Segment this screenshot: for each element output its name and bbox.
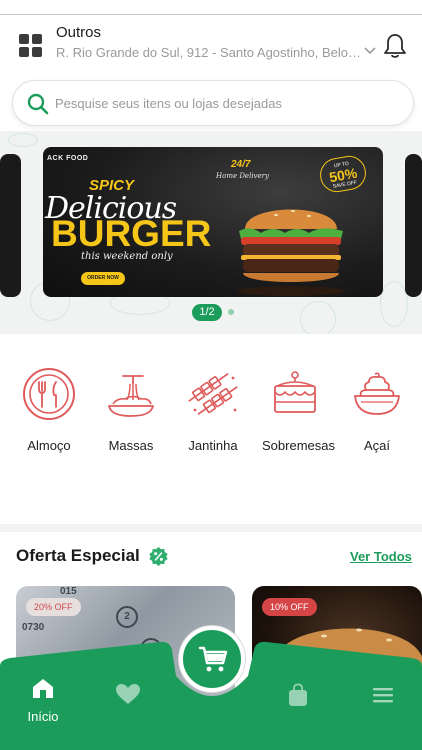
category-label: Sobremesas: [262, 438, 335, 453]
carousel-dot[interactable]: [228, 309, 234, 315]
ticket-number-decor: 0730: [22, 622, 45, 633]
category-acai[interactable]: Açaí: [335, 366, 419, 454]
prev-banner-peek[interactable]: [0, 154, 21, 297]
section-divider: [0, 524, 422, 532]
ticket-number-decor: 2: [116, 606, 138, 628]
discount-badge: 20% OFF: [26, 598, 81, 616]
background-doodle: [300, 301, 336, 334]
banner-carousel[interactable]: ACK FOOD SPICY Delicious BURGER this wee…: [0, 131, 422, 334]
plate-cutlery-icon: [23, 368, 75, 420]
banner-brand: ACK FOOD: [47, 155, 89, 162]
banner-weekend: this weekend only: [81, 251, 173, 262]
banner-burger: BURGER: [51, 213, 212, 254]
search-input[interactable]: [55, 90, 395, 116]
category-sobremesas[interactable]: Sobremesas: [253, 366, 337, 454]
status-divider: [0, 14, 422, 15]
category-almoco[interactable]: Almoço: [7, 366, 91, 454]
carousel-pager: 1/2: [192, 304, 222, 321]
menu-icon: [373, 688, 393, 703]
banner-247: 24/7: [231, 159, 251, 170]
category-massas[interactable]: Massas: [89, 366, 173, 454]
acai-bowl-icon: [354, 372, 400, 415]
shopping-bag-icon: [289, 683, 307, 706]
nav-orders[interactable]: [285, 683, 311, 733]
address-line[interactable]: R. Rio Grande do Sul, 912 - Santo Agosti…: [56, 45, 362, 60]
nav-favorites[interactable]: [114, 683, 142, 733]
nav-home[interactable]: Início: [22, 676, 64, 726]
cake-icon: [274, 371, 316, 413]
discount-badge: 10% OFF: [262, 598, 317, 616]
ticket-number-decor: 015: [60, 586, 77, 597]
category-label: Jantinha: [188, 438, 238, 453]
category-label: Açaí: [363, 438, 390, 453]
categories-row: Almoço Massas Jantinha Sobremesas Açaí: [0, 336, 422, 524]
nav-home-label: Início: [27, 709, 59, 724]
categories-grid-icon[interactable]: [19, 34, 43, 58]
banner-order-button[interactable]: ORDER NOW: [81, 272, 125, 285]
cart-icon: [198, 646, 228, 672]
search-bar[interactable]: [12, 80, 414, 126]
burger-image: [237, 209, 345, 296]
search-icon: [27, 93, 49, 115]
next-banner-peek[interactable]: [405, 154, 422, 297]
skewers-icon: [188, 373, 238, 415]
banner-home-delivery: Home Delivery: [216, 172, 269, 180]
percent-badge-icon: [149, 546, 168, 567]
heart-icon: [116, 684, 140, 704]
category-label: Almoço: [27, 438, 71, 453]
address-label[interactable]: Outros: [56, 24, 101, 41]
pasta-icon: [108, 375, 154, 417]
promo-banner[interactable]: ACK FOOD SPICY Delicious BURGER this wee…: [43, 147, 383, 297]
chevron-down-icon[interactable]: [364, 46, 376, 56]
home-icon: [33, 679, 53, 698]
app-screen: Outros R. Rio Grande do Sul, 912 - Santo…: [0, 0, 422, 750]
offers-title: Oferta Especial: [16, 546, 140, 565]
background-doodle: [8, 133, 38, 147]
category-label: Massas: [108, 438, 154, 453]
bell-icon[interactable]: [382, 32, 408, 60]
category-jantinha[interactable]: Jantinha: [171, 366, 255, 454]
header: Outros R. Rio Grande do Sul, 912 - Santo…: [0, 18, 422, 76]
background-doodle: [380, 281, 408, 327]
cart-button[interactable]: [179, 626, 245, 692]
see-all-link[interactable]: Ver Todos: [350, 549, 412, 564]
nav-menu[interactable]: [370, 686, 396, 736]
